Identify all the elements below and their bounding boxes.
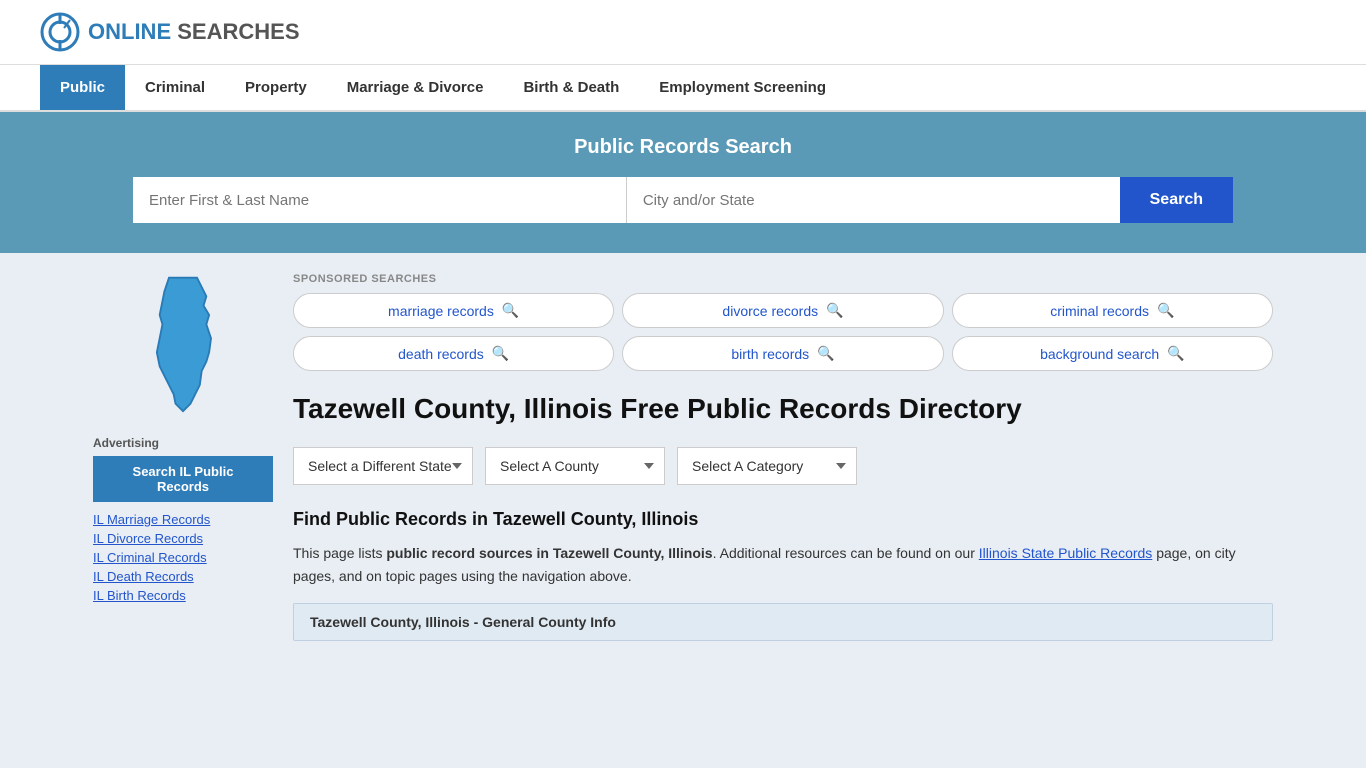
nav-item-employment[interactable]: Employment Screening: [639, 65, 846, 110]
find-desc-bold: public record sources in Tazewell County…: [386, 545, 712, 561]
search-banner: Public Records Search Search: [0, 112, 1366, 253]
search-icon-6: 🔍: [1167, 345, 1184, 362]
find-desc-text-1: This page lists: [293, 545, 386, 561]
content-area: SPONSORED SEARCHES marriage records 🔍 di…: [293, 273, 1273, 641]
logo-text-searches: SEARCHES: [177, 19, 299, 44]
ad-button[interactable]: Search IL Public Records: [93, 456, 273, 502]
nav-item-criminal[interactable]: Criminal: [125, 65, 225, 110]
sponsored-grid: marriage records 🔍 divorce records 🔍 cri…: [293, 293, 1273, 371]
nav-item-property[interactable]: Property: [225, 65, 327, 110]
sponsored-label: SPONSORED SEARCHES: [293, 273, 1273, 285]
find-records-description: This page lists public record sources in…: [293, 542, 1273, 587]
nav-item-public[interactable]: Public: [40, 65, 125, 110]
header: ONLINE SEARCHES: [0, 0, 1366, 65]
search-icon-2: 🔍: [826, 302, 843, 319]
county-info-bar: Tazewell County, Illinois - General Coun…: [293, 603, 1273, 641]
state-map: [93, 273, 273, 416]
logo: ONLINE SEARCHES: [40, 12, 300, 52]
nav-item-birth-death[interactable]: Birth & Death: [503, 65, 639, 110]
dropdowns-row: Select a Different State Select A County…: [293, 447, 1273, 485]
sponsored-death-label: death records: [398, 346, 484, 362]
search-button[interactable]: Search: [1120, 177, 1233, 223]
search-banner-title: Public Records Search: [40, 136, 1326, 159]
search-icon-5: 🔍: [817, 345, 834, 362]
sidebar-link-criminal[interactable]: IL Criminal Records: [93, 550, 273, 565]
search-form: Search: [133, 177, 1233, 223]
sponsored-birth-label: birth records: [731, 346, 809, 362]
search-icon-3: 🔍: [1157, 302, 1174, 319]
sidebar-link-birth[interactable]: IL Birth Records: [93, 588, 273, 603]
sponsored-birth[interactable]: birth records 🔍: [622, 336, 943, 371]
page-title: Tazewell County, Illinois Free Public Re…: [293, 391, 1273, 427]
find-desc-text-2: . Additional resources can be found on o…: [713, 545, 979, 561]
sidebar-link-marriage[interactable]: IL Marriage Records: [93, 512, 273, 527]
search-icon-1: 🔍: [502, 302, 519, 319]
sponsored-background[interactable]: background search 🔍: [952, 336, 1273, 371]
sponsored-divorce[interactable]: divorce records 🔍: [622, 293, 943, 328]
logo-text-online: ONLINE: [88, 19, 171, 44]
advertising-label: Advertising: [93, 436, 273, 450]
sponsored-background-label: background search: [1040, 346, 1159, 362]
sponsored-criminal-label: criminal records: [1050, 303, 1149, 319]
category-dropdown[interactable]: Select A Category: [677, 447, 857, 485]
logo-icon: [40, 12, 80, 52]
logo-text: ONLINE SEARCHES: [88, 19, 300, 45]
sidebar-link-death[interactable]: IL Death Records: [93, 569, 273, 584]
main-container: Advertising Search IL Public Records IL …: [63, 253, 1303, 661]
sponsored-marriage[interactable]: marriage records 🔍: [293, 293, 614, 328]
sponsored-criminal[interactable]: criminal records 🔍: [952, 293, 1273, 328]
name-input[interactable]: [133, 177, 627, 223]
sponsored-marriage-label: marriage records: [388, 303, 494, 319]
sponsored-death[interactable]: death records 🔍: [293, 336, 614, 371]
county-dropdown[interactable]: Select A County: [485, 447, 665, 485]
search-icon-4: 🔍: [492, 345, 509, 362]
illinois-map: [133, 273, 233, 413]
sidebar: Advertising Search IL Public Records IL …: [93, 273, 293, 641]
illinois-records-link[interactable]: Illinois State Public Records: [979, 545, 1153, 561]
sponsored-divorce-label: divorce records: [722, 303, 818, 319]
find-records-title: Find Public Records in Tazewell County, …: [293, 509, 1273, 530]
sidebar-link-divorce[interactable]: IL Divorce Records: [93, 531, 273, 546]
location-input[interactable]: [627, 177, 1120, 223]
nav-item-marriage-divorce[interactable]: Marriage & Divorce: [327, 65, 504, 110]
main-nav: Public Criminal Property Marriage & Divo…: [0, 65, 1366, 112]
state-dropdown[interactable]: Select a Different State: [293, 447, 473, 485]
